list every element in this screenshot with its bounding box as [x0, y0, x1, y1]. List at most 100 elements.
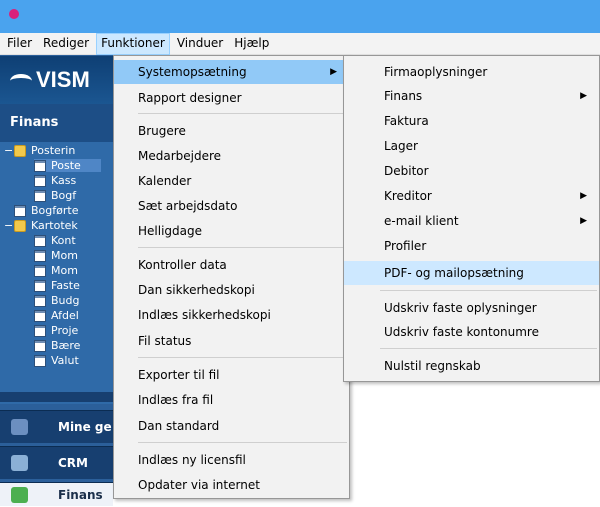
- tree-item[interactable]: Faste: [34, 279, 80, 292]
- table-icon: [34, 340, 46, 352]
- menu-item-kalender[interactable]: Kalender: [114, 169, 349, 193]
- menu-rediger[interactable]: Rediger: [39, 33, 93, 55]
- submenu-item-udskriv-faste-kontonumre[interactable]: Udskriv faste kontonumre: [344, 320, 599, 344]
- tree-item[interactable]: Kass: [34, 174, 76, 187]
- tree-label: Faste: [51, 279, 80, 292]
- collapse-icon[interactable]: −: [4, 144, 13, 157]
- menu-item-exporter-til-fil[interactable]: Exporter til fil: [114, 363, 349, 387]
- tree-item-selected[interactable]: Poste: [34, 159, 101, 172]
- nav-mine-genveje[interactable]: Mine ge: [0, 410, 113, 443]
- menu-item-fil-status[interactable]: Fil status: [114, 329, 349, 353]
- contact-icon: [11, 455, 28, 471]
- submenu-item-udskriv-faste-oplysninger[interactable]: Udskriv faste oplysninger: [344, 296, 599, 320]
- submenu-item-debitor[interactable]: Debitor: [344, 159, 599, 183]
- table-icon: [34, 355, 46, 367]
- menu-bar: Filer Rediger Funktioner Vinduer Hjælp: [0, 33, 600, 55]
- menu-item-systemopsaetning[interactable]: Systemopsætning ▶: [114, 60, 349, 84]
- menu-item-brugere[interactable]: Brugere: [114, 119, 349, 143]
- tree-label: Budg: [51, 294, 80, 307]
- menu-item-dan-sikkerhedskopi[interactable]: Dan sikkerhedskopi: [114, 278, 349, 302]
- tree-item[interactable]: Bogførte: [14, 204, 78, 217]
- menu-separator: [380, 290, 597, 291]
- tree-label: Bære: [51, 339, 81, 352]
- table-icon: [34, 295, 46, 307]
- tree-item[interactable]: Valut: [34, 354, 79, 367]
- tree-item[interactable]: Mom: [34, 249, 78, 262]
- table-icon: [34, 280, 46, 292]
- collapse-icon[interactable]: −: [4, 219, 13, 232]
- submenu-item-faktura[interactable]: Faktura: [344, 109, 599, 133]
- menu-item-label: Finans: [384, 89, 423, 103]
- submenu-item-finans[interactable]: Finans ▶: [344, 84, 599, 108]
- nav-crm[interactable]: CRM: [0, 446, 113, 479]
- menu-separator: [138, 357, 347, 358]
- table-icon: [34, 265, 46, 277]
- menu-item-indlaes-ny-licensfil[interactable]: Indlæs ny licensfil: [114, 448, 349, 472]
- menu-item-kontroller-data[interactable]: Kontroller data: [114, 253, 349, 277]
- tree-label: Posterin: [31, 144, 76, 157]
- logo: VISM: [0, 56, 113, 104]
- tree-label: Bogf: [51, 189, 77, 202]
- tree-label: Kartotek: [31, 219, 78, 232]
- tree-item[interactable]: Posterin: [14, 144, 75, 157]
- menu-item-label: e-mail klient: [384, 214, 459, 228]
- menu-separator: [138, 113, 347, 114]
- menu-item-rapport-designer[interactable]: Rapport designer: [114, 86, 349, 110]
- submenu-arrow-icon: ▶: [580, 91, 587, 101]
- tree-label: Proje: [51, 324, 79, 337]
- menu-separator: [138, 442, 347, 443]
- folder-icon: [14, 145, 26, 157]
- tree-item[interactable]: Proje: [34, 324, 78, 337]
- tree-item[interactable]: Bogf: [34, 189, 76, 202]
- tree-label: Kont: [51, 234, 76, 247]
- submenu-item-email-klient[interactable]: e-mail klient ▶: [344, 209, 599, 233]
- vismanet-logo: [10, 74, 32, 88]
- menu-item-indlaes-sikkerhedskopi[interactable]: Indlæs sikkerhedskopi: [114, 303, 349, 327]
- tree-item[interactable]: Kont: [34, 234, 76, 247]
- submenu-item-pdf-og-mailopsaetning[interactable]: PDF- og mailopsætning: [344, 261, 599, 285]
- tree-label: Afdel: [51, 309, 79, 322]
- submenu-arrow-icon: ▶: [580, 216, 587, 226]
- submenu-item-kreditor[interactable]: Kreditor ▶: [344, 184, 599, 208]
- menu-funktioner[interactable]: Funktioner: [96, 33, 170, 55]
- menu-item-saet-arbejdsdato[interactable]: Sæt arbejdsdato: [114, 194, 349, 218]
- people-icon: [11, 419, 28, 435]
- table-icon: [34, 235, 46, 247]
- nav-finans[interactable]: Finans: [0, 482, 113, 506]
- table-icon: [34, 250, 46, 262]
- menu-filer[interactable]: Filer: [3, 33, 36, 55]
- tree-item[interactable]: Kartotek: [14, 219, 78, 232]
- tree-label: Poste: [51, 159, 81, 172]
- nav-label: Mine ge: [58, 420, 112, 434]
- submenu-item-lager[interactable]: Lager: [344, 134, 599, 158]
- menu-item-dan-standard[interactable]: Dan standard: [114, 414, 349, 438]
- nav-label: Finans: [58, 488, 103, 502]
- menu-item-label: Systemopsætning: [138, 65, 247, 79]
- app-icon[interactable]: [9, 9, 19, 19]
- table-icon: [34, 190, 46, 202]
- table-icon: [34, 310, 46, 322]
- panel-header: Finans: [0, 104, 113, 142]
- splitter[interactable]: [0, 392, 113, 402]
- tree-label: Valut: [51, 354, 79, 367]
- tree-item[interactable]: Budg: [34, 294, 79, 307]
- title-bar: [0, 0, 600, 33]
- tree-label: Mom: [51, 264, 78, 277]
- tree-item[interactable]: Mom: [34, 264, 78, 277]
- table-icon: [14, 205, 26, 217]
- tree-item[interactable]: Bære: [34, 339, 80, 352]
- funktioner-menu: Systemopsætning ▶ Rapport designer Bruger…: [113, 55, 350, 499]
- tree-item[interactable]: Afdel: [34, 309, 79, 322]
- menu-item-label: Kreditor: [384, 189, 432, 203]
- menu-item-indlaes-fra-fil[interactable]: Indlæs fra fil: [114, 388, 349, 412]
- submenu-item-nulstil-regnskab[interactable]: Nulstil regnskab: [344, 354, 599, 378]
- table-icon: [34, 325, 46, 337]
- menu-item-helligdage[interactable]: Helligdage: [114, 219, 349, 243]
- submenu-arrow-icon: ▶: [580, 191, 587, 201]
- submenu-item-firmaoplysninger[interactable]: Firmaoplysninger: [344, 60, 599, 84]
- submenu-item-profiler[interactable]: Profiler: [344, 234, 599, 258]
- menu-vinduer[interactable]: Vinduer: [173, 33, 227, 55]
- menu-item-opdater-via-internet[interactable]: Opdater via internet: [114, 473, 349, 497]
- menu-hjaelp[interactable]: Hjælp: [230, 33, 273, 55]
- menu-item-medarbejdere[interactable]: Medarbejdere: [114, 144, 349, 168]
